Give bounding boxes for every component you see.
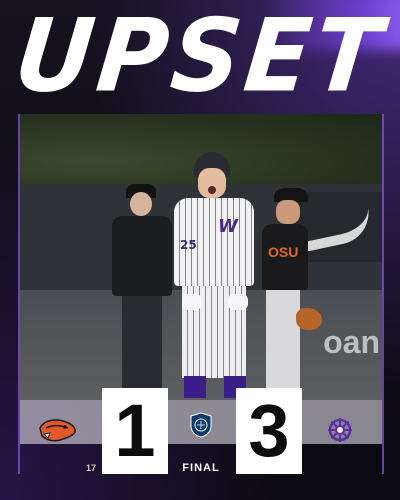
ncaa-logo-icon xyxy=(190,412,212,438)
headline-upset: UPSET xyxy=(9,0,391,115)
opponent-face xyxy=(276,200,300,224)
sock-left xyxy=(184,376,206,398)
baseball-glove-icon xyxy=(296,308,322,330)
opponent-jersey-text: OSU xyxy=(268,244,299,260)
umpire-jacket xyxy=(112,216,172,296)
opponent-player-figure: OSU xyxy=(256,184,322,394)
batting-glove-right xyxy=(228,294,248,310)
away-score: 1 xyxy=(102,388,168,474)
game-status-final: FINAL xyxy=(182,462,220,474)
player-mouth xyxy=(208,186,216,194)
game-photo: oan OSU W 25 xyxy=(20,114,382,400)
celebrating-player-figure: W 25 xyxy=(168,144,260,400)
husky-helm-logo-icon xyxy=(328,418,352,442)
frame-edge-right xyxy=(382,114,384,474)
beaver-logo-icon xyxy=(39,419,76,442)
umpire-head xyxy=(130,192,152,216)
opponent-pants xyxy=(266,290,300,390)
umpire-pants xyxy=(122,296,162,400)
jersey-number: 25 xyxy=(180,238,197,252)
signage-text: oan xyxy=(323,324,380,360)
scoreboard-detail: 17 xyxy=(86,463,97,473)
w-logo-icon: W xyxy=(218,216,238,237)
batting-glove-left xyxy=(182,294,202,310)
home-score: 3 xyxy=(236,388,302,474)
